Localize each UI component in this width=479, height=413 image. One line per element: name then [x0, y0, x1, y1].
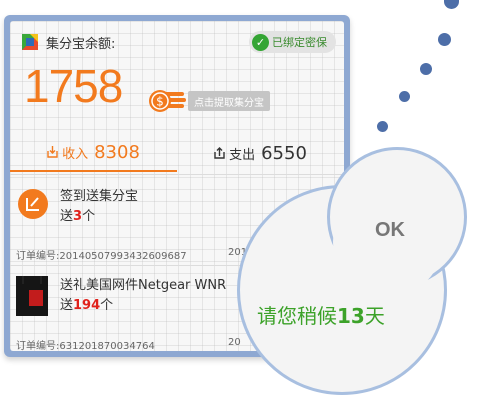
reward-suffix: 个 — [82, 209, 96, 224]
security-bound-label: 已绑定密保 — [272, 36, 327, 49]
withdraw-tip-button[interactable]: 点击提取集分宝 — [188, 91, 270, 111]
tab-expense-value: 6550 — [261, 142, 307, 164]
wait-suffix: 天 — [364, 304, 385, 328]
check-icon: ✓ — [252, 33, 269, 51]
reward-count: 3 — [73, 209, 83, 224]
ok-label[interactable]: OK — [375, 219, 405, 242]
reward-count: 194 — [73, 298, 101, 313]
reward-prefix: 送 — [60, 209, 74, 224]
income-expense-tabs: 收入 8308 支出 6550 — [10, 134, 344, 172]
bubble-dot — [377, 121, 388, 132]
bubble-join — [333, 187, 443, 297]
download-icon — [47, 146, 58, 158]
router-thumbnail — [16, 276, 48, 316]
balance-amount: 1758 — [24, 60, 123, 112]
record-reward: 送3个 — [60, 205, 95, 224]
security-bound-badge[interactable]: ✓ 已绑定密保 — [249, 31, 336, 53]
upload-icon — [214, 147, 225, 159]
record-title: 签到送集分宝 — [60, 189, 139, 204]
jifenbao-logo-icon — [22, 34, 38, 50]
order-date: 20 — [228, 337, 241, 348]
bubble-dot — [420, 63, 432, 75]
wait-prefix: 请您稍候 — [257, 304, 337, 328]
reward-suffix: 个 — [100, 298, 114, 313]
tab-expense[interactable]: 支出 6550 — [177, 134, 344, 172]
record-title: 送礼美国网件Netgear WNR — [60, 278, 227, 293]
order-number: 订单编号:631201870034764 — [16, 341, 155, 351]
order-number: 订单编号:20140507993432609687 — [16, 251, 187, 262]
balance-label: 集分宝余额: — [46, 36, 116, 52]
tab-income-label: 收入 — [62, 146, 89, 162]
sign-in-icon — [18, 189, 48, 219]
bubble-dot — [399, 91, 410, 102]
tab-income-value: 8308 — [94, 141, 140, 163]
tab-income[interactable]: 收入 8308 — [10, 134, 177, 172]
tab-expense-label: 支出 — [229, 147, 256, 163]
coin-stack-icon[interactable]: $ — [148, 87, 188, 115]
svg-text:$: $ — [156, 95, 164, 109]
bubble-dot — [444, 0, 459, 9]
card-header: 集分宝余额: — [22, 31, 115, 53]
wait-message: 请您稍候13天 — [257, 300, 385, 329]
record-reward: 送194个 — [60, 294, 113, 313]
wait-days: 13 — [337, 304, 365, 328]
bubble-dot — [438, 33, 451, 46]
reward-prefix: 送 — [60, 298, 74, 313]
